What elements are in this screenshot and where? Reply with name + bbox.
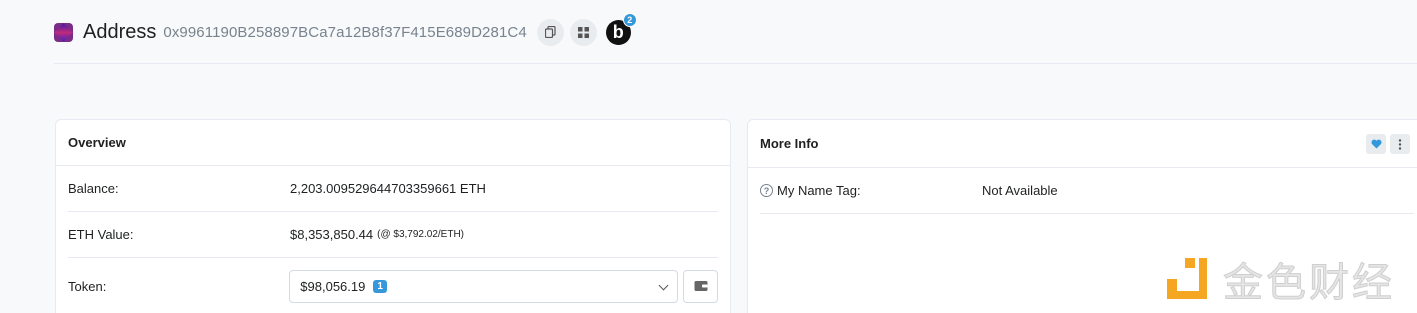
blockscan-chat-button[interactable]: b 2	[605, 12, 637, 45]
name-tag-label-wrap: ? My Name Tag:	[760, 183, 982, 198]
token-dropdown[interactable]: $98,056.19 1	[289, 269, 679, 303]
overview-card: Overview Balance: 2,203.0095296447033596…	[55, 119, 731, 313]
eth-value-label: ETH Value:	[68, 227, 134, 242]
token-count-badge: 1	[373, 279, 387, 293]
more-info-actions	[1366, 134, 1410, 154]
vertical-dots-icon	[1398, 138, 1402, 150]
balance-value: 2,203.009529644703359661 ETH	[290, 181, 486, 196]
name-tag-label: My Name Tag:	[777, 183, 861, 198]
token-row: Token: $98,056.19 1	[68, 258, 718, 313]
overview-title: Overview	[56, 120, 730, 166]
watermark-logo-icon	[1163, 255, 1211, 303]
copy-address-button[interactable]	[536, 18, 564, 46]
token-value: $98,056.19	[300, 278, 366, 294]
balance-row: Balance: 2,203.009529644703359661 ETH	[68, 166, 718, 212]
blockscan-badge: 2	[622, 12, 637, 27]
name-tag-value: Not Available	[982, 183, 1058, 198]
name-tag-row: ? My Name Tag: Not Available	[760, 168, 1414, 214]
page-header: Address 0x9961190B258897BCa7a12B8f37F415…	[54, 12, 1417, 50]
more-options-button[interactable]	[1390, 134, 1410, 154]
header-divider	[54, 63, 1417, 64]
watermark-text: 金色财经	[1223, 260, 1395, 307]
heart-icon	[1370, 139, 1382, 149]
copy-icon	[544, 26, 556, 38]
eth-price: (@ $3,792.02/ETH)	[377, 229, 464, 240]
qr-code-icon	[577, 26, 589, 38]
eth-value: $8,353,850.44	[290, 227, 374, 242]
eth-value-row: ETH Value: $8,353,850.44 (@ $3,792.02/ET…	[68, 212, 718, 258]
wallet-icon	[694, 281, 708, 291]
balance-label: Balance:	[68, 181, 119, 196]
chevron-down-icon	[658, 280, 669, 290]
token-label: Token:	[68, 278, 107, 294]
blockscan-letter: b	[612, 21, 624, 42]
question-icon[interactable]: ?	[760, 184, 773, 197]
address-avatar-icon	[54, 22, 73, 42]
address-hash: 0x9961190B258897BCa7a12B8f37F415E689D281…	[163, 23, 527, 41]
favorite-button[interactable]	[1366, 134, 1386, 154]
more-info-title: More Info	[748, 120, 1417, 168]
watermark: 金色财经	[1163, 250, 1395, 308]
token-holdings-button[interactable]	[683, 269, 718, 303]
page-title: Address	[83, 20, 157, 43]
qr-code-button[interactable]	[569, 18, 597, 46]
